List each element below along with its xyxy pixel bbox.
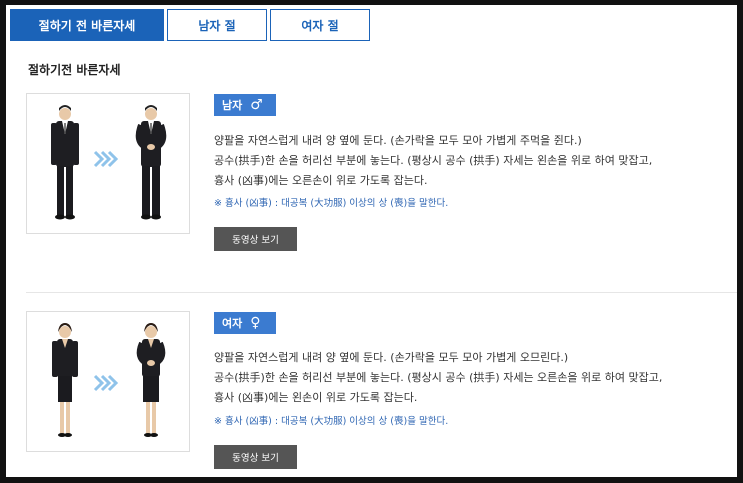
- man-gongsu-figure: [135, 105, 167, 220]
- female-desc-line: 흉사 (凶事)에는 왼손이 위로 가도록 잡는다.: [214, 391, 418, 404]
- male-note: ※ 흉사 (凶事) : 대공복 (大功服) 이상의 상 (喪)을 말한다.: [214, 198, 449, 209]
- man-standing-figure: [51, 105, 79, 220]
- male-video-button[interactable]: 동영상 보기: [214, 227, 297, 251]
- tab-pre-bow-posture[interactable]: 절하기 전 바른자세: [10, 9, 164, 41]
- tab-bar: 절하기 전 바른자세 남자 절 여자 절: [10, 9, 370, 41]
- female-video-button[interactable]: 동영상 보기: [214, 445, 297, 469]
- woman-standing-figure: [52, 323, 78, 437]
- tab-male-bow[interactable]: 남자 절: [167, 9, 267, 41]
- tab-female-bow[interactable]: 여자 절: [270, 9, 370, 41]
- female-note: ※ 흉사 (凶事) : 대공복 (大功服) 이상의 상 (喪)을 말한다.: [214, 416, 449, 427]
- male-badge: 남자 ♂: [214, 94, 276, 116]
- male-badge-label: 남자: [222, 99, 243, 112]
- arrow-icon: [93, 374, 119, 392]
- female-desc-line: 공수(拱手)한 손을 허리선 부분에 놓는다. (평상시 공수 (拱手) 자세는…: [214, 371, 663, 384]
- male-symbol-icon: ♂: [250, 97, 263, 113]
- female-desc-line: 양팔을 자연스럽게 내려 양 옆에 둔다. (손가락을 모두 모아 가볍게 오므…: [214, 351, 569, 364]
- female-badge: 여자 ♀: [214, 312, 276, 334]
- male-desc-line: 흉사 (凶事)에는 오른손이 위로 가도록 잡는다.: [214, 174, 428, 187]
- female-description: 양팔을 자연스럽게 내려 양 옆에 둔다. (손가락을 모두 모아 가볍게 오므…: [214, 348, 734, 408]
- woman-gongsu-figure: [136, 323, 166, 437]
- content-frame: 절하기 전 바른자세 남자 절 여자 절 절하기전 바른자세 남자 ♂ 양팔을 …: [6, 5, 737, 477]
- female-badge-label: 여자: [222, 317, 243, 330]
- arrow-icon: [93, 150, 119, 168]
- female-symbol-icon: ♀: [250, 315, 261, 331]
- man-posture-illustration: [26, 93, 190, 234]
- male-desc-line: 공수(拱手)한 손을 허리선 부분에 놓는다. (평상시 공수 (拱手) 자세는…: [214, 154, 653, 167]
- divider: [26, 292, 737, 293]
- woman-posture-illustration: [26, 311, 190, 452]
- section-title: 절하기전 바른자세: [28, 63, 121, 77]
- male-description: 양팔을 자연스럽게 내려 양 옆에 둔다. (손가락을 모두 모아 가볍게 주먹…: [214, 131, 734, 191]
- male-desc-line: 양팔을 자연스럽게 내려 양 옆에 둔다. (손가락을 모두 모아 가볍게 주먹…: [214, 134, 582, 147]
